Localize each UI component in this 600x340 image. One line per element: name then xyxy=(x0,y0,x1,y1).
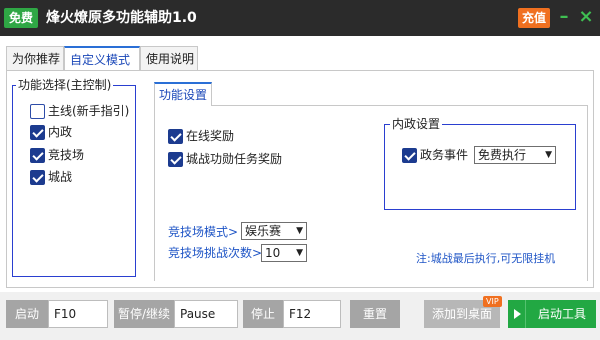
arena-count-select[interactable]: 10 ▼ xyxy=(261,244,307,262)
chevron-down-icon: ▼ xyxy=(296,226,303,236)
neizheng-settings-group xyxy=(384,124,576,210)
arena-mode-select[interactable]: 娱乐赛 ▼ xyxy=(241,222,307,240)
checkbox-label: 内政 xyxy=(48,125,73,139)
checkbox-box[interactable] xyxy=(30,103,45,119)
event-mode-select[interactable]: 免费执行 ▼ xyxy=(474,146,556,164)
settings-panel-border xyxy=(154,105,155,281)
checkbox-label: 竞技场 xyxy=(48,148,85,162)
start-tool-label: 启动工具 xyxy=(538,307,587,321)
close-icon[interactable]: × xyxy=(576,6,596,28)
checkbox-mainline[interactable]: 主线(新手指引) xyxy=(30,102,129,120)
chevron-down-icon: ▼ xyxy=(545,150,552,160)
stop-hotkey-input[interactable]: F12 xyxy=(283,300,341,328)
checkbox-label: 城战功勋任务奖励 xyxy=(186,152,283,166)
checkbox-label: 主线(新手指引) xyxy=(48,104,130,118)
checkbox-label: 城战 xyxy=(48,170,73,184)
recharge-button[interactable]: 充值 xyxy=(518,8,551,28)
tab-custom-mode[interactable]: 自定义模式 xyxy=(64,46,140,70)
checkbox-label: 政务事件 xyxy=(420,148,469,162)
arena-mode-label: 竞技场模式> xyxy=(168,225,239,239)
checkbox-arena[interactable]: 竞技场 xyxy=(30,146,84,164)
stop-button[interactable]: 停止 xyxy=(243,300,283,328)
vip-badge: VIP xyxy=(483,296,502,307)
app-title: 烽火燎原多功能辅助1.0 xyxy=(46,10,197,26)
checkbox-box[interactable] xyxy=(402,147,417,163)
checkbox-box[interactable] xyxy=(30,124,45,140)
free-badge: 免费 xyxy=(4,8,39,28)
checkbox-box[interactable] xyxy=(168,128,183,144)
play-icon xyxy=(508,300,526,328)
checkbox-government-event[interactable]: 政务事件 xyxy=(402,146,468,164)
checkbox-city-war-merit-reward[interactable]: 城战功勋任务奖励 xyxy=(168,150,282,168)
checkbox-box[interactable] xyxy=(30,169,45,185)
chevron-down-icon: ▼ xyxy=(296,248,303,258)
checkbox-box[interactable] xyxy=(30,147,45,163)
pause-resume-button[interactable]: 暂停/继续 xyxy=(114,300,174,328)
arena-mode-value: 娱乐赛 xyxy=(245,224,282,238)
tab-instructions[interactable]: 使用说明 xyxy=(140,46,198,70)
reset-button[interactable]: 重置 xyxy=(350,300,400,328)
arena-count-value: 10 xyxy=(265,246,281,260)
city-war-note: 注:城战最后执行,可无限挂机 xyxy=(416,252,556,265)
pause-hotkey-input[interactable]: Pause xyxy=(174,300,238,328)
tab-recommend[interactable]: 为你推荐 xyxy=(6,46,64,70)
neizheng-settings-title: 内政设置 xyxy=(390,117,443,131)
start-tool-button[interactable]: 启动工具 xyxy=(508,300,596,328)
function-select-title: 功能选择(主控制) xyxy=(16,78,114,92)
checkbox-online-reward[interactable]: 在线奖励 xyxy=(168,127,234,145)
tab-function-settings[interactable]: 功能设置 xyxy=(154,82,212,106)
checkbox-neizheng[interactable]: 内政 xyxy=(30,123,72,141)
minimize-icon[interactable]: – xyxy=(554,6,574,28)
event-mode-value: 免费执行 xyxy=(478,148,527,162)
checkbox-label: 在线奖励 xyxy=(186,129,235,143)
start-hotkey-input[interactable]: F10 xyxy=(48,300,108,328)
checkbox-box[interactable] xyxy=(168,151,183,167)
start-button[interactable]: 启动 xyxy=(6,300,48,328)
arena-count-label: 竞技场挑战次数> xyxy=(168,246,263,260)
checkbox-city-war[interactable]: 城战 xyxy=(30,168,72,186)
